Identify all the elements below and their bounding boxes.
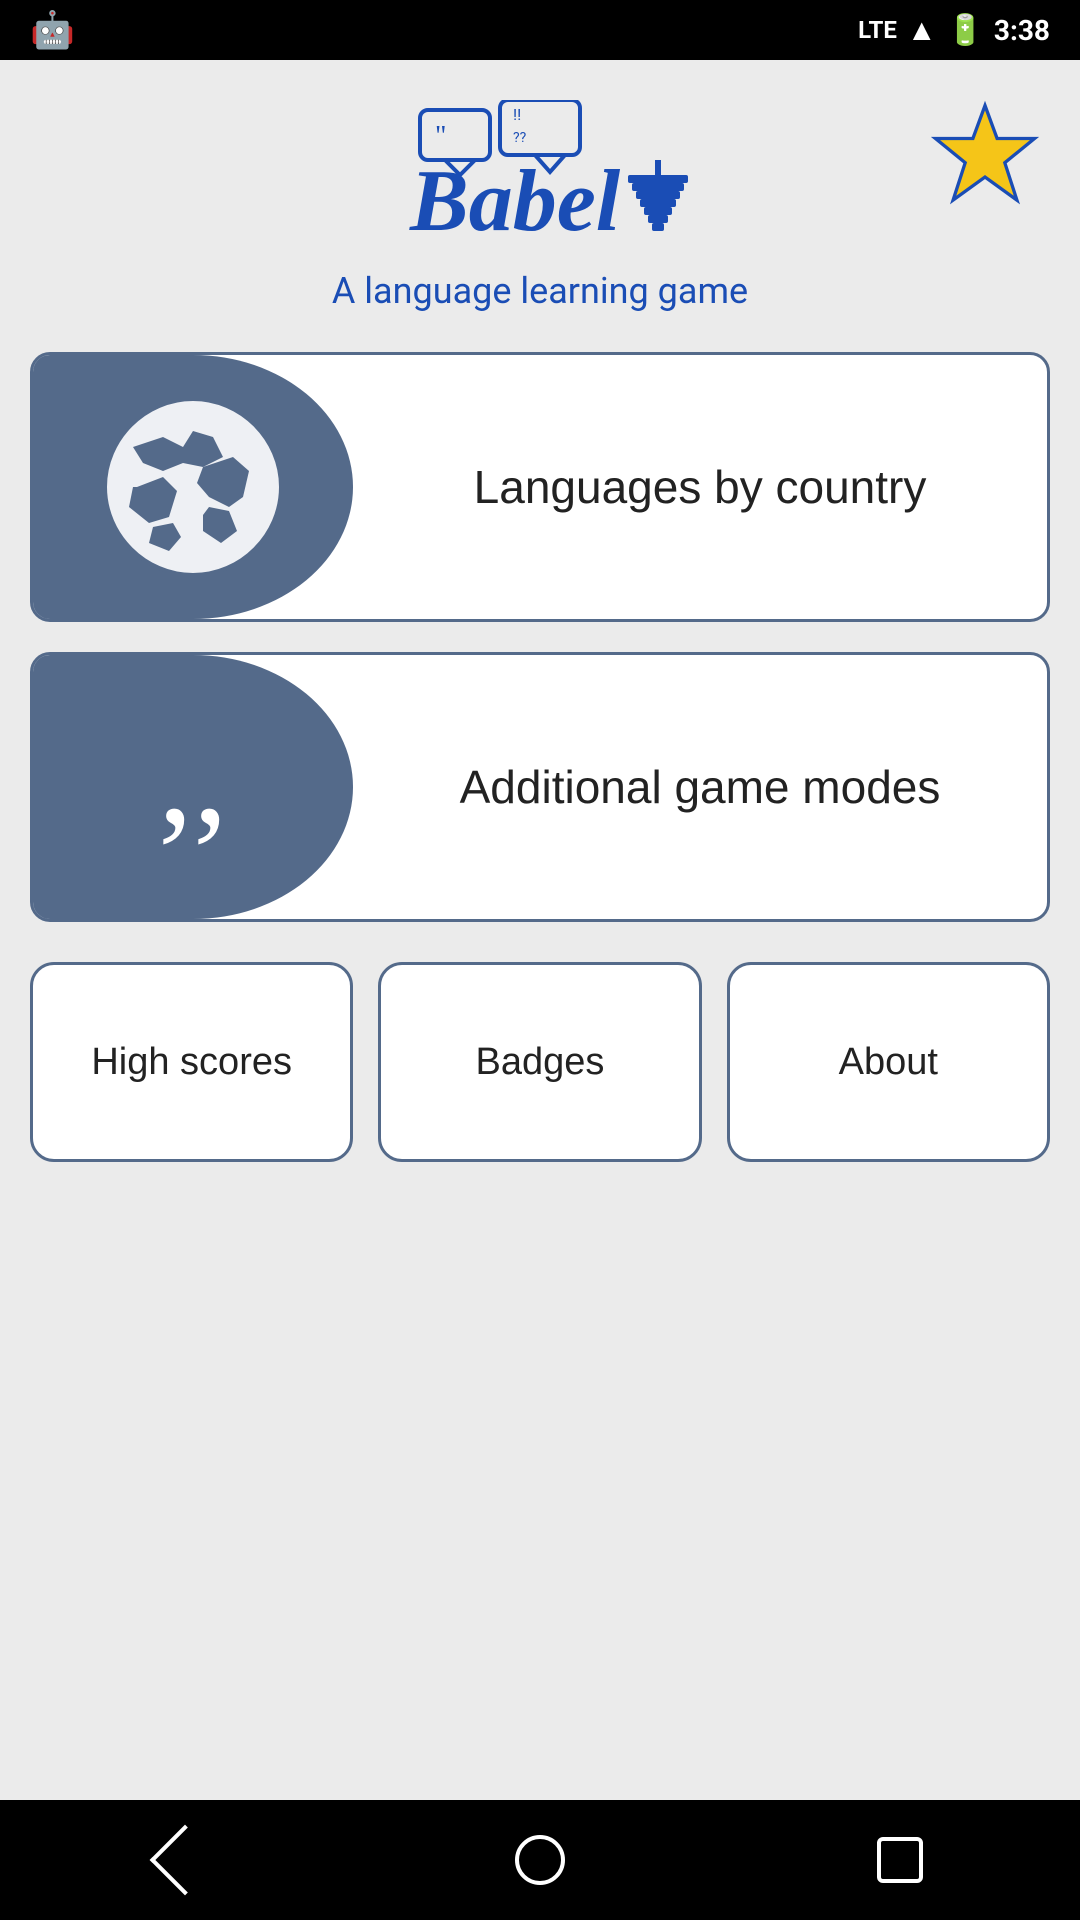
star-button[interactable] <box>930 100 1040 225</box>
globe-icon-container <box>33 355 353 619</box>
nav-bar <box>0 1800 1080 1920</box>
battery-icon: 🔋 <box>947 13 984 48</box>
app-subtitle: A language learning game <box>332 270 748 312</box>
additional-game-modes-label: Additional game modes <box>353 655 1047 919</box>
recents-button[interactable] <box>860 1820 940 1900</box>
header-center: " !! ?? Babel A language learning <box>332 100 748 312</box>
languages-by-country-button[interactable]: Languages by country <box>30 352 1050 622</box>
time-display: 3:38 <box>994 14 1050 47</box>
back-button[interactable] <box>140 1820 220 1900</box>
additional-game-modes-button[interactable]: ,, Additional game modes <box>30 652 1050 922</box>
robot-icon-container: 🤖 <box>30 9 75 51</box>
about-button[interactable]: About <box>727 962 1050 1162</box>
svg-text:Babel: Babel <box>409 153 621 250</box>
svg-text:??: ?? <box>513 130 527 146</box>
home-button[interactable] <box>500 1820 580 1900</box>
svg-text:!!: !! <box>513 105 521 124</box>
badges-label: Badges <box>476 1041 605 1084</box>
status-bar: 🤖 LTE ▲ 🔋 3:38 <box>0 0 1080 60</box>
signal-icon: ▲ <box>907 13 937 48</box>
main-content: " !! ?? Babel A language learning <box>0 60 1080 1800</box>
high-scores-button[interactable]: High scores <box>30 962 353 1162</box>
quote-icon: ,, <box>158 728 228 846</box>
menu-buttons: Languages by country ,, Additional game … <box>30 352 1050 922</box>
star-icon <box>930 100 1040 210</box>
about-label: About <box>839 1041 938 1084</box>
robot-icon: 🤖 <box>30 9 75 51</box>
languages-by-country-label: Languages by country <box>353 355 1047 619</box>
small-buttons: High scores Badges About <box>30 962 1050 1162</box>
badges-button[interactable]: Badges <box>378 962 701 1162</box>
high-scores-label: High scores <box>91 1041 292 1084</box>
globe-icon <box>93 387 293 587</box>
back-icon <box>150 1825 221 1896</box>
app-logo-svg: " !! ?? Babel <box>370 100 710 260</box>
header: " !! ?? Babel A language learning <box>30 100 1050 312</box>
svg-text:": " <box>435 121 446 152</box>
status-icons: LTE ▲ 🔋 3:38 <box>858 13 1050 48</box>
lte-icon: LTE <box>858 16 897 44</box>
home-icon <box>515 1835 565 1885</box>
quote-icon-container: ,, <box>33 655 353 919</box>
recents-icon <box>877 1837 923 1883</box>
